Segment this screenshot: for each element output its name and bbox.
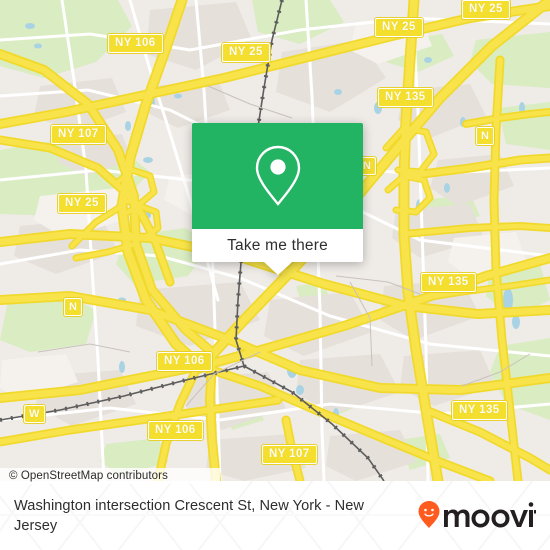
route-shield: NY 25 xyxy=(462,0,510,19)
moovit-wordmark-icon xyxy=(418,500,536,528)
route-shield-label: NY 25 xyxy=(469,3,503,15)
take-me-there-button[interactable]: Take me there xyxy=(192,229,363,262)
route-shield: W xyxy=(24,405,45,423)
take-me-there-label: Take me there xyxy=(227,236,328,254)
callout-header xyxy=(192,123,363,229)
osm-attribution-text: © OpenStreetMap contributors xyxy=(9,470,168,482)
route-shield-label: NY 107 xyxy=(58,128,99,140)
route-shield-label: NY 106 xyxy=(155,424,196,436)
route-shield-label: NY 25 xyxy=(382,21,416,33)
route-shield: NY 25 xyxy=(58,194,106,213)
route-shield: N xyxy=(64,298,83,316)
route-shield: NY 135 xyxy=(452,401,507,420)
route-shield-label: NY 25 xyxy=(65,197,99,209)
page-title: Washington intersection Crescent St, New… xyxy=(14,497,364,534)
route-shield: N xyxy=(476,127,495,145)
map-pin-icon xyxy=(251,143,305,209)
route-shield-label: N xyxy=(481,130,490,142)
moovit-logo[interactable] xyxy=(416,499,536,533)
route-shield: NY 107 xyxy=(51,125,106,144)
route-shield: NY 106 xyxy=(108,34,163,53)
route-shield-label: NY 135 xyxy=(385,91,426,103)
route-shield: NY 135 xyxy=(421,273,476,292)
route-shield: NY 106 xyxy=(157,352,212,371)
route-shield: NY 107 xyxy=(262,445,317,464)
route-shield-label: NY 25 xyxy=(229,46,263,58)
route-shield-label: W xyxy=(29,408,40,420)
footer-bar: Washington intersection Crescent St, New… xyxy=(0,481,550,550)
route-shield-label: NY 106 xyxy=(164,355,205,367)
callout-pointer-tail xyxy=(263,262,292,275)
route-shield-label: NY 107 xyxy=(269,448,310,460)
route-shield: NY 106 xyxy=(148,421,203,440)
moovit-map-screenshot: NY 106 NY 25 NY 25 NY 25 NY 135 NY 107 NY 25 N N… xyxy=(0,0,550,550)
route-shield-label: N xyxy=(363,160,372,172)
route-shield: NY 135 xyxy=(378,88,433,107)
route-shield-label: N xyxy=(69,301,78,313)
take-me-there-callout[interactable]: Take me there xyxy=(192,123,363,275)
osm-attribution[interactable]: © OpenStreetMap contributors xyxy=(0,468,220,484)
route-shield: NY 25 xyxy=(375,18,423,37)
route-shield: NY 25 xyxy=(222,43,270,62)
route-shield-label: NY 135 xyxy=(459,404,500,416)
route-shield-label: NY 106 xyxy=(115,37,156,49)
route-shield-label: NY 135 xyxy=(428,276,469,288)
